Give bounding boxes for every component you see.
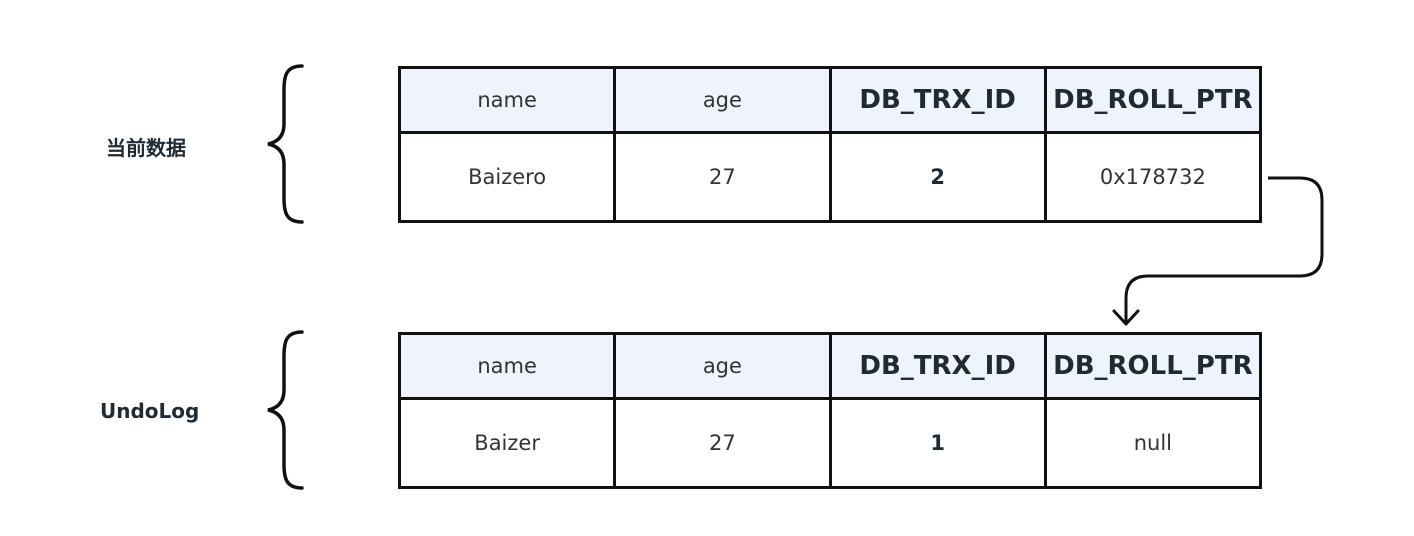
undo-header-row: name age DB_TRX_ID DB_ROLL_PTR bbox=[397, 332, 1263, 400]
undo-col-age-header: age bbox=[613, 332, 832, 400]
undo-roll-ptr-cell: null bbox=[1043, 397, 1263, 489]
undo-col-roll-ptr-header: DB_ROLL_PTR bbox=[1043, 332, 1263, 400]
undo-value-row: Baizer 27 1 null bbox=[397, 397, 1263, 489]
undo-col-trx-id-header: DB_TRX_ID bbox=[828, 332, 1047, 400]
undo-log-table: name age DB_TRX_ID DB_ROLL_PTR Baizer 27… bbox=[397, 332, 1263, 489]
undo-name-cell: Baizer bbox=[397, 397, 617, 489]
undo-log-label: UndoLog bbox=[100, 399, 200, 423]
undo-col-name-header: name bbox=[397, 332, 617, 400]
undo-trx-id-cell: 1 bbox=[828, 397, 1047, 489]
undo-brace-icon bbox=[267, 330, 304, 490]
undo-age-cell: 27 bbox=[613, 397, 832, 489]
